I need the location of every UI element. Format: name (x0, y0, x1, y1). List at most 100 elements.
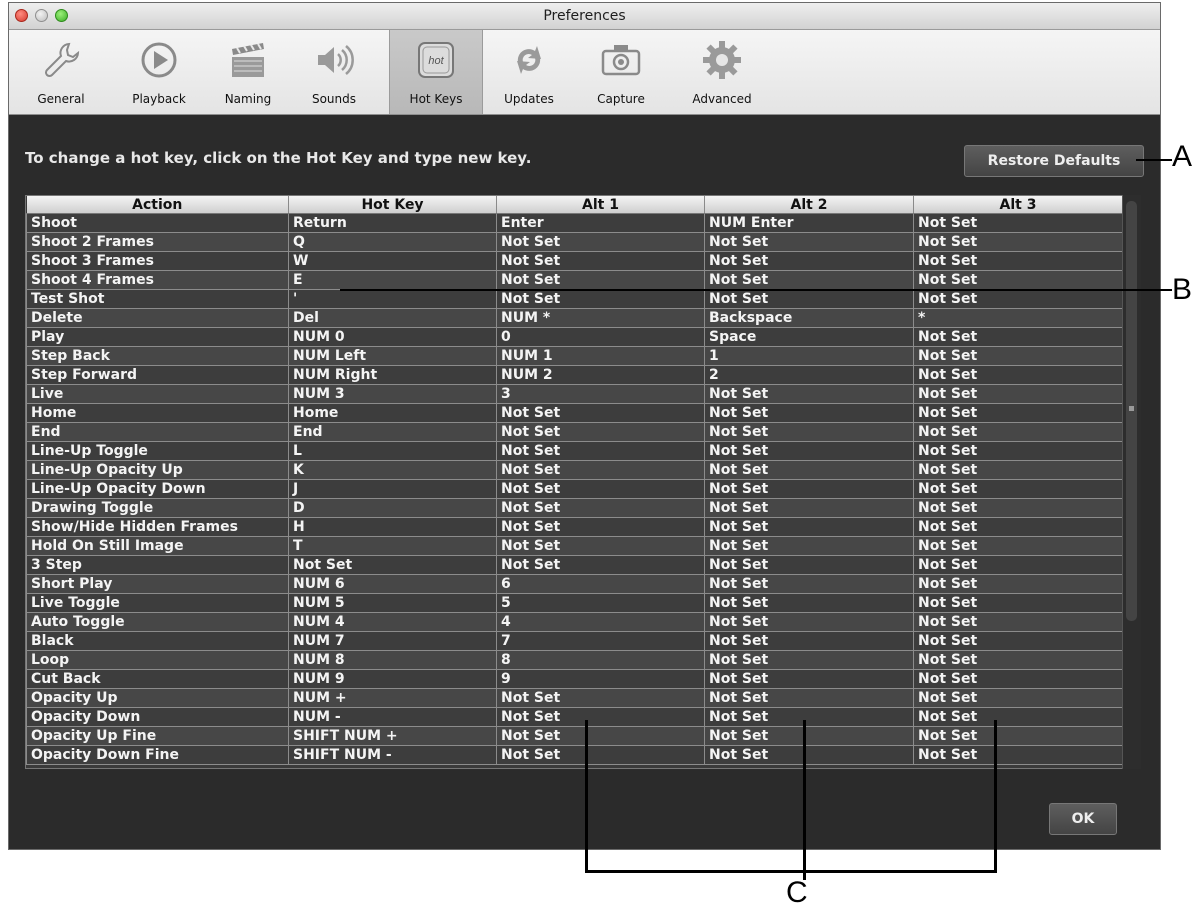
table-row[interactable]: Shoot 3 Frames W Not Set Not Set Not Set (26, 251, 1122, 271)
table-row[interactable]: Loop NUM 8 8 Not Set Not Set (26, 650, 1122, 670)
restore-defaults-button[interactable]: Restore Defaults (964, 145, 1144, 177)
alt-3-cell[interactable]: Not Set (913, 593, 1122, 613)
alt-2-cell[interactable]: Not Set (704, 612, 914, 632)
alt-1-cell[interactable]: Not Set (496, 536, 705, 556)
alt-3-cell[interactable]: Not Set (913, 707, 1122, 727)
tab-general[interactable]: General (23, 30, 99, 114)
alt-1-cell[interactable]: Not Set (496, 232, 705, 252)
table-row[interactable]: 3 Step Not Set Not Set Not Set Not Set (26, 555, 1122, 575)
alt-1-cell[interactable]: NUM 2 (496, 365, 705, 385)
table-row[interactable]: Auto Toggle NUM 4 4 Not Set Not Set (26, 612, 1122, 632)
table-row[interactable]: Shoot 2 Frames Q Not Set Not Set Not Set (26, 232, 1122, 252)
alt-3-cell[interactable]: Not Set (913, 650, 1122, 670)
table-row[interactable]: Delete Del NUM * Backspace * (26, 308, 1122, 328)
alt-2-cell[interactable]: Not Set (704, 536, 914, 556)
alt-3-cell[interactable]: Not Set (913, 612, 1122, 632)
alt-2-cell[interactable]: Backspace (704, 308, 914, 328)
alt-2-cell[interactable]: Not Set (704, 289, 914, 309)
alt-2-cell[interactable]: Not Set (704, 707, 914, 727)
table-row[interactable]: Opacity Up NUM + Not Set Not Set Not Set (26, 688, 1122, 708)
alt-1-cell[interactable]: Not Set (496, 555, 705, 575)
alt-1-cell[interactable]: 7 (496, 631, 705, 651)
hot-key-cell[interactable]: NUM + (288, 688, 497, 708)
alt-2-cell[interactable]: Not Set (704, 441, 914, 461)
table-row[interactable]: Shoot Return Enter NUM Enter Not Set (26, 213, 1122, 233)
column-header-hot-key[interactable]: Hot Key (288, 196, 497, 214)
alt-1-cell[interactable]: 9 (496, 669, 705, 689)
alt-1-cell[interactable]: Not Set (496, 460, 705, 480)
alt-3-cell[interactable]: Not Set (913, 422, 1122, 442)
table-row[interactable]: Home Home Not Set Not Set Not Set (26, 403, 1122, 423)
hot-key-cell[interactable]: E (288, 270, 497, 290)
hot-key-cell[interactable]: NUM Right (288, 365, 497, 385)
alt-1-cell[interactable]: Not Set (496, 707, 705, 727)
alt-3-cell[interactable]: Not Set (913, 574, 1122, 594)
column-header-alt-2[interactable]: Alt 2 (704, 196, 914, 214)
hot-key-cell[interactable]: NUM 3 (288, 384, 497, 404)
alt-2-cell[interactable]: Not Set (704, 232, 914, 252)
table-row[interactable]: Show/Hide Hidden Frames H Not Set Not Set No… (26, 517, 1122, 537)
hot-key-cell[interactable]: Return (288, 213, 497, 233)
alt-3-cell[interactable]: Not Set (913, 327, 1122, 347)
alt-1-cell[interactable]: Not Set (496, 441, 705, 461)
alt-1-cell[interactable]: 4 (496, 612, 705, 632)
alt-1-cell[interactable]: 8 (496, 650, 705, 670)
table-row[interactable]: Opacity Down NUM - Not Set Not Set Not Set (26, 707, 1122, 727)
hot-key-cell[interactable]: NUM - (288, 707, 497, 727)
alt-2-cell[interactable]: Not Set (704, 403, 914, 423)
hot-key-cell[interactable]: NUM 7 (288, 631, 497, 651)
alt-3-cell[interactable]: Not Set (913, 460, 1122, 480)
table-row[interactable]: Play NUM 0 0 Space Not Set (26, 327, 1122, 347)
alt-3-cell[interactable]: Not Set (913, 346, 1122, 366)
tab-naming[interactable]: Naming (209, 30, 287, 114)
alt-3-cell[interactable]: Not Set (913, 384, 1122, 404)
table-row[interactable]: Line-Up Opacity Up K Not Set Not Set Not Set (26, 460, 1122, 480)
alt-3-cell[interactable]: Not Set (913, 479, 1122, 499)
alt-1-cell[interactable]: Not Set (496, 745, 705, 765)
table-row[interactable]: Drawing Toggle D Not Set Not Set Not Set (26, 498, 1122, 518)
alt-1-cell[interactable]: 0 (496, 327, 705, 347)
alt-3-cell[interactable]: Not Set (913, 498, 1122, 518)
alt-1-cell[interactable]: Not Set (496, 479, 705, 499)
hot-key-cell[interactable]: End (288, 422, 497, 442)
hot-key-cell[interactable]: Not Set (288, 555, 497, 575)
hot-key-cell[interactable]: J (288, 479, 497, 499)
column-header-alt-3[interactable]: Alt 3 (913, 196, 1122, 214)
hot-key-cell[interactable]: NUM 8 (288, 650, 497, 670)
table-row[interactable]: Step Back NUM Left NUM 1 1 Not Set (26, 346, 1122, 366)
alt-1-cell[interactable]: Enter (496, 213, 705, 233)
alt-3-cell[interactable]: Not Set (913, 232, 1122, 252)
table-row[interactable]: Black NUM 7 7 Not Set Not Set (26, 631, 1122, 651)
hot-key-cell[interactable]: Q (288, 232, 497, 252)
tab-sounds[interactable]: Sounds (295, 30, 373, 114)
alt-2-cell[interactable]: Not Set (704, 669, 914, 689)
alt-1-cell[interactable]: 3 (496, 384, 705, 404)
hot-key-cell[interactable]: Del (288, 308, 497, 328)
alt-3-cell[interactable]: Not Set (913, 745, 1122, 765)
alt-2-cell[interactable]: Not Set (704, 517, 914, 537)
alt-2-cell[interactable]: Not Set (704, 498, 914, 518)
hot-key-cell[interactable]: T (288, 536, 497, 556)
table-row[interactable]: End End Not Set Not Set Not Set (26, 422, 1122, 442)
hot-key-cell[interactable]: NUM 4 (288, 612, 497, 632)
alt-2-cell[interactable]: Not Set (704, 650, 914, 670)
alt-2-cell[interactable]: Not Set (704, 460, 914, 480)
hot-key-cell[interactable]: H (288, 517, 497, 537)
alt-2-cell[interactable]: 1 (704, 346, 914, 366)
hot-key-cell[interactable]: W (288, 251, 497, 271)
alt-2-cell[interactable]: Not Set (704, 574, 914, 594)
alt-1-cell[interactable]: Not Set (496, 403, 705, 423)
alt-2-cell[interactable]: Not Set (704, 270, 914, 290)
scrollbar-thumb[interactable] (1126, 201, 1137, 621)
alt-2-cell[interactable]: Not Set (704, 593, 914, 613)
tab-advanced[interactable]: Advanced (679, 30, 765, 114)
alt-3-cell[interactable]: Not Set (913, 289, 1122, 309)
alt-3-cell[interactable]: Not Set (913, 365, 1122, 385)
table-scrollbar[interactable] (1122, 195, 1141, 769)
hot-key-cell[interactable]: SHIFT NUM - (288, 745, 497, 765)
alt-2-cell[interactable]: Not Set (704, 688, 914, 708)
table-row[interactable]: Hold On Still Image T Not Set Not Set Not Se… (26, 536, 1122, 556)
alt-2-cell[interactable]: Space (704, 327, 914, 347)
alt-1-cell[interactable]: Not Set (496, 498, 705, 518)
table-row[interactable]: Shoot 4 Frames E Not Set Not Set Not Set (26, 270, 1122, 290)
